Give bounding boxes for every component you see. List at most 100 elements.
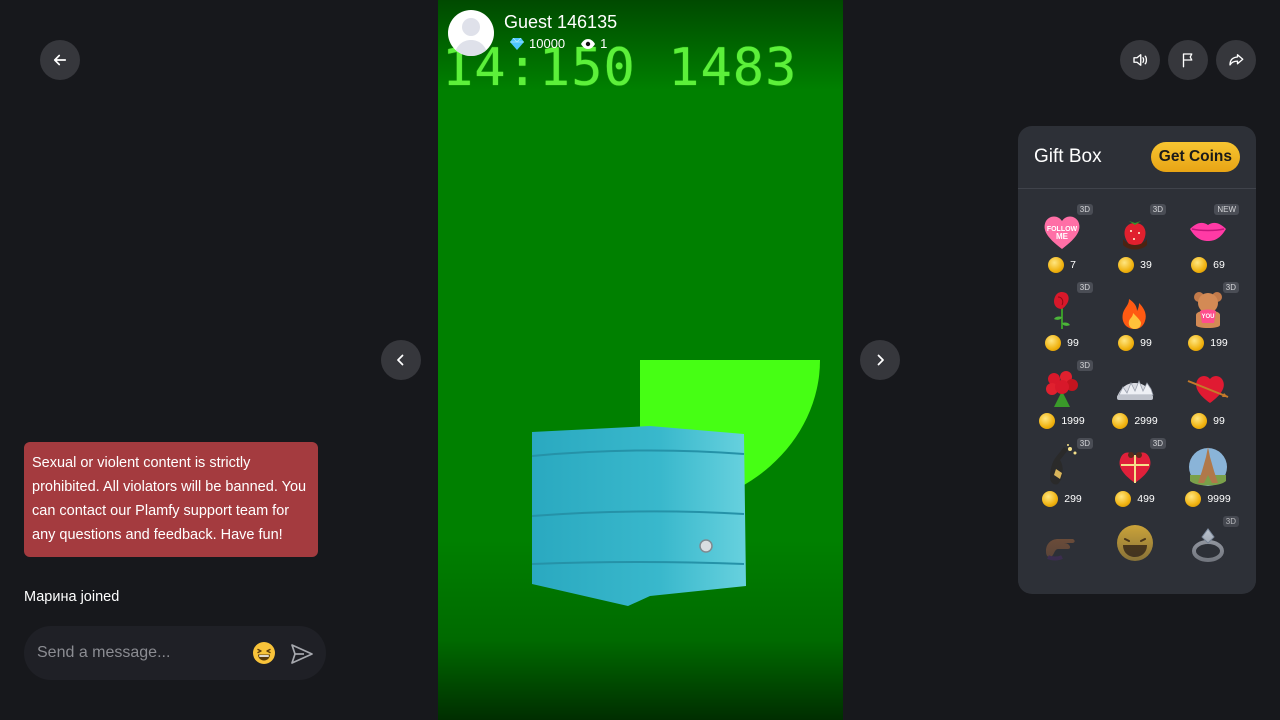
gift-tag: 3D bbox=[1222, 516, 1239, 527]
gift-price: 9999 bbox=[1185, 491, 1231, 507]
gift-price-value: 9999 bbox=[1207, 493, 1231, 505]
svg-text:ME: ME bbox=[1056, 232, 1069, 241]
rose-bouquet-icon bbox=[1046, 371, 1078, 407]
coin-icon bbox=[1115, 491, 1132, 507]
get-coins-button[interactable]: Get Coins bbox=[1150, 142, 1240, 172]
gift-price: 7 bbox=[1048, 257, 1076, 273]
gift-price-value: 1999 bbox=[1061, 415, 1085, 427]
viewer-count: 1 bbox=[581, 36, 607, 51]
viewer-value: 1 bbox=[600, 36, 608, 51]
gift-price: 199 bbox=[1188, 335, 1228, 351]
tiara-icon bbox=[1117, 379, 1154, 400]
chat-joined-message: Марина joined bbox=[24, 589, 120, 605]
gift-price: 69 bbox=[1191, 257, 1225, 273]
gift-price: 99 bbox=[1045, 335, 1079, 351]
flag-icon bbox=[1182, 53, 1193, 68]
chevron-right-icon bbox=[877, 354, 884, 366]
gift-price-value: 99 bbox=[1067, 337, 1079, 349]
gift-box-panel: Gift Box Get Coins 3D FOLLOW ME 7 3D 39 NEW 69 3… bbox=[1018, 126, 1256, 594]
teddy-bear-icon: YOU bbox=[1194, 292, 1222, 328]
streamer-avatar[interactable] bbox=[448, 10, 494, 56]
svg-text:YOU: YOU bbox=[1201, 314, 1214, 320]
gift-price-value: 99 bbox=[1140, 337, 1152, 349]
gift-tag: 3D bbox=[1076, 282, 1093, 293]
champagne-icon bbox=[1050, 444, 1077, 485]
gift-item[interactable]: 2999 bbox=[1098, 357, 1172, 431]
ring-icon bbox=[1192, 528, 1224, 562]
gift-price-value: 69 bbox=[1213, 259, 1225, 271]
emoji-icon[interactable] bbox=[252, 641, 276, 665]
coin-icon bbox=[1048, 257, 1065, 273]
coin-icon bbox=[1185, 491, 1202, 507]
streamer-name: Guest 146135 bbox=[504, 12, 618, 32]
eye-icon bbox=[581, 38, 596, 49]
strawberry-icon bbox=[1123, 221, 1147, 250]
gift-tag: 3D bbox=[1076, 438, 1093, 449]
video-stream[interactable]: 14:150 1483 bbox=[438, 0, 843, 720]
report-button[interactable] bbox=[1168, 40, 1208, 80]
chat-rules-notice: Sexual or violent content is strictly pr… bbox=[24, 442, 318, 557]
lips-icon bbox=[1190, 222, 1226, 241]
coin-icon bbox=[1039, 413, 1056, 429]
gift-item[interactable]: 3D 499 bbox=[1098, 435, 1172, 509]
live-stream-page: 14:150 1483 Guest 146135 10000 1 Sexual … bbox=[0, 0, 1280, 720]
gift-item[interactable]: 3D 299 bbox=[1025, 435, 1099, 509]
gift-item[interactable] bbox=[1025, 513, 1099, 587]
coin-icon bbox=[1191, 257, 1208, 273]
gift-price-value: 199 bbox=[1210, 337, 1228, 349]
rose-icon bbox=[1054, 291, 1070, 329]
gift-item[interactable]: 3D bbox=[1171, 513, 1245, 587]
gift-item[interactable]: 3D YOU 199 bbox=[1171, 279, 1245, 353]
arrow-left-icon bbox=[53, 54, 67, 66]
gift-tag: NEW bbox=[1214, 204, 1239, 215]
gift-price-value: 2999 bbox=[1134, 415, 1158, 427]
coin-icon bbox=[1112, 413, 1129, 429]
hand-icon bbox=[1046, 539, 1075, 561]
streamer-info[interactable]: Guest 146135 10000 1 bbox=[448, 10, 617, 56]
gift-item[interactable]: 3D FOLLOW ME 7 bbox=[1025, 201, 1099, 275]
gift-price-value: 299 bbox=[1064, 493, 1082, 505]
message-input[interactable] bbox=[37, 644, 247, 662]
gift-price: 99 bbox=[1191, 413, 1225, 429]
gift-price: 1999 bbox=[1039, 413, 1085, 429]
coin-icon bbox=[1042, 491, 1059, 507]
gift-tag: 3D bbox=[1076, 360, 1093, 371]
eiffel-tower-icon bbox=[1189, 447, 1227, 486]
gift-price-value: 7 bbox=[1070, 259, 1076, 271]
sound-button[interactable] bbox=[1120, 40, 1160, 80]
gift-item[interactable]: 3D 39 bbox=[1098, 201, 1172, 275]
gift-grid: 3D FOLLOW ME 7 3D 39 NEW 69 3D 99 99 3D YOU 199 3D 1999… bbox=[1018, 189, 1256, 593]
gift-item[interactable]: 99 bbox=[1098, 279, 1172, 353]
gift-item[interactable]: 3D 99 bbox=[1025, 279, 1099, 353]
back-button[interactable] bbox=[40, 40, 80, 80]
share-button[interactable] bbox=[1216, 40, 1256, 80]
gift-tag: 3D bbox=[1149, 438, 1166, 449]
heart-arrow-icon bbox=[1187, 376, 1229, 403]
send-icon[interactable] bbox=[290, 642, 314, 666]
jewelry-box-graphic bbox=[531, 426, 746, 606]
gift-item[interactable]: 3D 1999 bbox=[1025, 357, 1099, 431]
gift-tag: 3D bbox=[1149, 204, 1166, 215]
gift-item[interactable]: NEW 69 bbox=[1171, 201, 1245, 275]
coin-icon bbox=[1191, 413, 1208, 429]
speaker-icon bbox=[1133, 54, 1148, 66]
next-stream-button[interactable] bbox=[860, 340, 900, 380]
coin-icon bbox=[1045, 335, 1062, 351]
gift-tag: 3D bbox=[1222, 282, 1239, 293]
gift-price-value: 99 bbox=[1213, 415, 1225, 427]
coin-icon bbox=[1188, 335, 1205, 351]
gift-item[interactable]: 9999 bbox=[1171, 435, 1245, 509]
diamond-count: 10000 bbox=[510, 36, 565, 51]
gift-item[interactable] bbox=[1098, 513, 1172, 587]
gift-item[interactable]: 99 bbox=[1171, 357, 1245, 431]
gift-price: 499 bbox=[1115, 491, 1155, 507]
coin-icon bbox=[1118, 335, 1135, 351]
previous-stream-button[interactable] bbox=[381, 340, 421, 380]
follow-me-heart-icon: FOLLOWME bbox=[1044, 216, 1080, 249]
default-user-icon bbox=[454, 18, 488, 56]
diamond-icon bbox=[510, 37, 524, 50]
gift-price: 2999 bbox=[1112, 413, 1158, 429]
share-arrow-icon bbox=[1229, 54, 1244, 66]
coin-icon bbox=[1118, 257, 1135, 273]
message-composer bbox=[24, 626, 326, 680]
